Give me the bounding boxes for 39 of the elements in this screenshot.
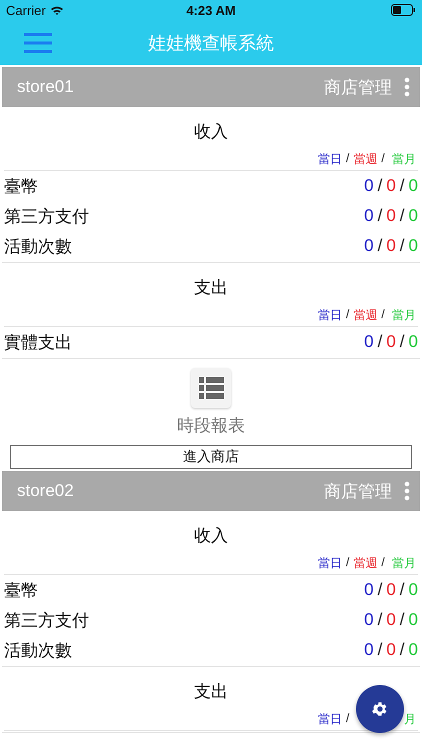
section-title: 收入 [194,525,228,547]
app-title: 娃娃機查帳系統 [148,32,274,54]
row-label: 活動次數 [4,640,73,662]
row-value: 0 / 0 / 0 [363,236,418,256]
menu-button[interactable] [24,32,54,54]
period-legend: 當日 / 月 [318,711,418,730]
more-options-icon[interactable] [404,481,410,501]
settings-icon [371,700,389,718]
store-manage-link[interactable]: 商店管理 [324,480,392,502]
row-label: 活動次數 [4,236,73,258]
store-name: store01 [17,77,75,97]
row-value: 0 / 0 / 0 [363,640,418,660]
row-value: 0 / 0 / 0 [363,610,418,630]
list-icon [191,368,231,408]
period-legend: 當日 / 當週 / 當月 [318,151,418,170]
battery-icon [391,4,416,16]
row-value: 0 / 0 / 0 [363,176,418,196]
more-options-icon[interactable] [404,77,410,97]
clock-time: 4:23 AM [186,2,236,18]
report-button[interactable]: 時段報表 [177,368,245,437]
row-label: 臺幣 [4,580,39,602]
store-name: store02 [17,481,75,501]
section-title: 支出 [194,681,228,703]
row-label: 第三方支付 [4,610,90,632]
enter-store-button[interactable]: 進入商店 [10,445,412,469]
period-legend: 當日 / 當週 / 當月 [318,307,418,326]
row-value: 0 / 0 / 0 [363,332,418,352]
row-label: 臺幣 [4,176,39,198]
row-label: 實體支出 [4,332,73,354]
settings-button[interactable] [356,685,404,733]
wifi-icon [50,4,64,16]
row-value: 0 / 0 / 0 [363,580,418,600]
period-legend: 當日 / 當週 / 當月 [318,555,418,574]
row-label: 第三方支付 [4,206,90,228]
section-title: 收入 [194,121,228,143]
store-manage-link[interactable]: 商店管理 [324,76,392,98]
section-title: 支出 [194,277,228,299]
row-value: 0 / 0 / 0 [363,206,418,226]
carrier-label: Carrier [6,2,46,18]
